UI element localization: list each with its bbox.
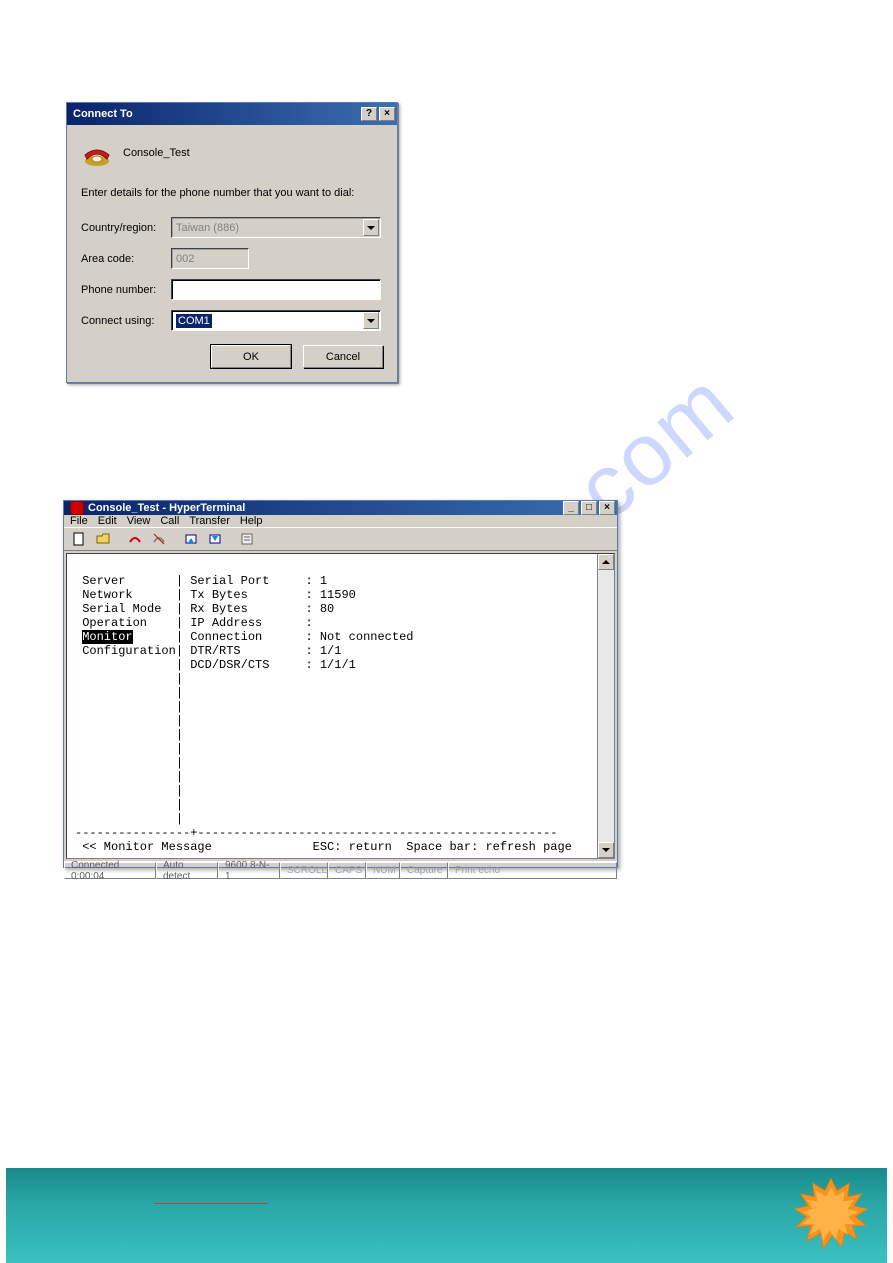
status-caps: CAPS [328, 862, 366, 879]
status-printecho: Print echo [448, 862, 617, 879]
close-button[interactable]: × [379, 107, 395, 121]
page-footer [6, 1168, 887, 1263]
properties-icon[interactable] [236, 529, 258, 549]
menu-call[interactable]: Call [160, 515, 179, 527]
close-button[interactable]: × [599, 501, 615, 515]
dropdown-arrow-icon[interactable] [363, 312, 379, 329]
cancel-label: Cancel [326, 351, 360, 363]
ht-titlebar[interactable]: Console_Test - HyperTerminal _ □ × [64, 501, 617, 515]
disconnect-icon[interactable] [148, 529, 170, 549]
connect-using-label: Connect using: [81, 315, 171, 327]
ok-button[interactable]: OK [211, 345, 291, 368]
status-connected: Connected 0:00:04 [64, 862, 156, 879]
phone-icon [81, 137, 113, 169]
connect-using-dropdown[interactable]: COM1 [171, 310, 381, 331]
minimize-button[interactable]: _ [563, 501, 579, 515]
ht-title: Console_Test - HyperTerminal [88, 502, 561, 514]
open-icon[interactable] [92, 529, 114, 549]
menu-bar: File Edit View Call Transfer Help [64, 515, 617, 527]
area-code-input: 002 [171, 248, 249, 269]
menu-transfer[interactable]: Transfer [189, 515, 230, 527]
status-capture: Capture [400, 862, 448, 879]
instruction-text: Enter details for the phone number that … [81, 187, 383, 199]
status-scroll: SCROLL [280, 862, 328, 879]
burst-badge-icon[interactable] [793, 1177, 869, 1253]
cancel-button[interactable]: Cancel [303, 345, 383, 368]
footer-link[interactable] [154, 1188, 268, 1204]
status-detect: Auto detect [156, 862, 218, 879]
phone-number-label: Phone number: [81, 284, 171, 296]
dropdown-arrow-icon [363, 219, 379, 236]
menu-help[interactable]: Help [240, 515, 263, 527]
call-icon[interactable] [124, 529, 146, 549]
status-settings: 9600 8-N-1 [218, 862, 280, 879]
toolbar [64, 527, 617, 551]
connect-to-dialog: Connect To ? × Console_Test Enter detail… [66, 102, 398, 383]
area-code-value: 002 [176, 253, 194, 265]
dialog-title: Connect To [73, 108, 359, 120]
connect-using-value: COM1 [176, 314, 212, 328]
maximize-button[interactable]: □ [581, 501, 597, 515]
ok-label: OK [243, 351, 259, 363]
vertical-scrollbar[interactable] [597, 554, 614, 858]
connection-name: Console_Test [123, 147, 190, 159]
menu-edit[interactable]: Edit [98, 515, 117, 527]
send-icon[interactable] [180, 529, 202, 549]
scroll-track[interactable] [598, 570, 614, 842]
status-bar: Connected 0:00:04 Auto detect 9600 8-N-1… [64, 861, 617, 879]
status-num: NUM [366, 862, 400, 879]
scroll-up-button[interactable] [598, 554, 614, 570]
country-value: Taiwan (886) [176, 222, 239, 234]
dialog-titlebar[interactable]: Connect To ? × [67, 103, 397, 125]
ht-app-icon [70, 501, 84, 515]
country-label: Country/region: [81, 222, 171, 234]
scroll-down-button[interactable] [598, 842, 614, 858]
menu-file[interactable]: File [70, 515, 88, 527]
country-region-dropdown: Taiwan (886) [171, 217, 381, 238]
new-icon[interactable] [68, 529, 90, 549]
phone-number-input[interactable] [171, 279, 381, 300]
menu-view[interactable]: View [127, 515, 151, 527]
receive-icon[interactable] [204, 529, 226, 549]
area-code-label: Area code: [81, 253, 171, 265]
hyperterminal-window: Console_Test - HyperTerminal _ □ × File … [63, 500, 618, 868]
help-button[interactable]: ? [361, 107, 377, 121]
terminal-output[interactable]: Server | Serial Port : 1 Network | Tx By… [67, 554, 597, 858]
